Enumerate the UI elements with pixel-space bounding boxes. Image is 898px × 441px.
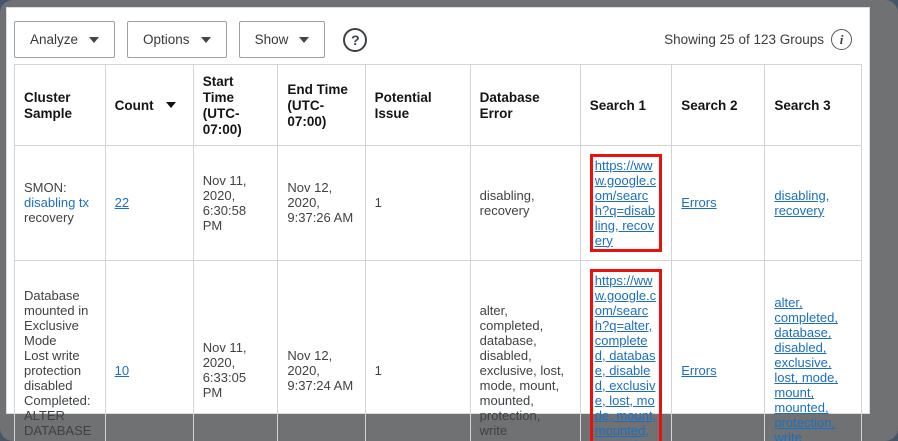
table-row: Database mounted in Exclusive Mode Lost …: [14, 259, 862, 441]
search-1-link[interactable]: https://www.google.com/search?q=disablin…: [595, 158, 656, 248]
column-header-count[interactable]: Count: [104, 64, 194, 146]
column-header-search-3: Search 3: [764, 64, 862, 146]
column-label-database-error: Database Error: [479, 89, 540, 121]
column-label-cluster-sample: Cluster Sample: [24, 89, 73, 121]
show-button[interactable]: Show: [238, 21, 326, 58]
toolbar-buttons: Analyze Options Show: [14, 21, 337, 58]
options-button-label: Options: [143, 32, 190, 47]
cell-search-1: https://www.google.com/search?q=alter, c…: [579, 259, 673, 441]
caret-down-icon: [89, 36, 100, 43]
groups-count-text: Showing 25 of 123 Groups: [664, 32, 824, 47]
show-button-label: Show: [254, 32, 289, 47]
groups-table: Cluster Sample Count Start Time (UTC-07:00…: [14, 64, 862, 441]
column-header-database-error: Database Error: [469, 64, 581, 146]
cell-end-time: Nov 12, 2020, 9:37:26 AM: [277, 144, 366, 261]
red-highlight-box: https://www.google.com/search?q=alter, c…: [589, 268, 663, 441]
column-label-potential-issue: Potential Issue: [374, 89, 432, 121]
info-glyph: i: [839, 31, 844, 47]
caret-down-icon: [200, 36, 211, 43]
sort-descending-icon[interactable]: [165, 102, 176, 109]
help-glyph: ?: [351, 31, 360, 48]
window: Analyze Options Show ? Showing 25 of 123 G…: [0, 0, 898, 441]
analyze-button-label: Analyze: [30, 32, 79, 47]
column-header-cluster-sample: Cluster Sample: [14, 64, 106, 146]
cell-search-3: disabling, recovery: [764, 144, 862, 261]
search-1-link[interactable]: https://www.google.com/search?q=alter, c…: [595, 273, 656, 441]
toolbar-summary: Showing 25 of 123 Groups i: [664, 29, 860, 50]
search-2-link[interactable]: Errors: [681, 363, 716, 378]
content-panel: Analyze Options Show ? Showing 25 of 123 G…: [6, 7, 870, 441]
cell-count: 10: [104, 259, 194, 441]
column-label-count: Count: [114, 97, 154, 113]
cell-potential-issue: 1: [364, 259, 471, 441]
red-highlight-box: https://www.google.com/search?q=disablin…: [589, 153, 663, 252]
help-icon[interactable]: ?: [343, 27, 368, 52]
column-header-potential-issue: Potential Issue: [364, 64, 471, 146]
info-icon[interactable]: i: [831, 29, 852, 50]
options-button[interactable]: Options: [127, 21, 227, 58]
column-header-start-time: Start Time (UTC-07:00): [192, 64, 279, 146]
column-label-search-1: Search 1: [589, 97, 647, 113]
cell-search-2: Errors: [671, 259, 766, 441]
column-header-search-2: Search 2: [671, 64, 766, 146]
cell-database-error: alter, completed, database, disabled, ex…: [469, 259, 581, 441]
cell-search-1: https://www.google.com/search?q=disablin…: [579, 144, 673, 261]
column-label-end-time: End Time (UTC-07:00): [287, 81, 348, 129]
analyze-button[interactable]: Analyze: [14, 21, 116, 58]
count-link[interactable]: 10: [115, 363, 129, 378]
table-row: SMON: disabling tx recovery 22 Nov 11, 202…: [14, 144, 862, 261]
cell-count: 22: [104, 144, 194, 261]
cell-cluster-sample: Database mounted in Exclusive Mode Lost …: [14, 259, 106, 441]
cell-potential-issue: 1: [364, 144, 471, 261]
cell-database-error: disabling, recovery: [469, 144, 581, 261]
search-3-link[interactable]: alter, completed, database, disabled, ex…: [774, 295, 838, 441]
cell-search-2: Errors: [671, 144, 766, 261]
search-3-link[interactable]: disabling, recovery: [774, 188, 829, 218]
cell-cluster-sample: SMON: disabling tx recovery: [14, 144, 106, 261]
caret-down-icon: [299, 36, 310, 43]
column-label-search-3: Search 3: [774, 97, 831, 113]
cluster-text: Database mounted in Exclusive Mode Lost …: [24, 287, 92, 441]
highlighted-keyword: disabling tx: [24, 195, 90, 211]
cell-search-3: alter, completed, database, disabled, ex…: [764, 259, 862, 441]
table-header-row: Cluster Sample Count Start Time (UTC-07:00…: [14, 64, 862, 146]
table-body: SMON: disabling tx recovery 22 Nov 11, 202…: [14, 144, 862, 441]
toolbar: Analyze Options Show ? Showing 25 of 123 G…: [14, 13, 862, 64]
cell-end-time: Nov 12, 2020, 9:37:24 AM: [277, 259, 366, 441]
search-2-link[interactable]: Errors: [681, 195, 716, 210]
column-label-search-2: Search 2: [681, 97, 738, 113]
cluster-text: recovery: [24, 210, 74, 226]
cell-start-time: Nov 11, 2020, 6:33:05 PM: [192, 259, 279, 441]
column-label-start-time: Start Time (UTC-07:00): [202, 73, 242, 137]
cluster-text: SMON:: [24, 180, 67, 196]
cell-start-time: Nov 11, 2020, 6:30:58 PM: [192, 144, 279, 261]
count-link[interactable]: 22: [115, 195, 129, 210]
column-header-search-1: Search 1: [579, 64, 673, 146]
column-header-end-time: End Time (UTC-07:00): [277, 64, 366, 146]
